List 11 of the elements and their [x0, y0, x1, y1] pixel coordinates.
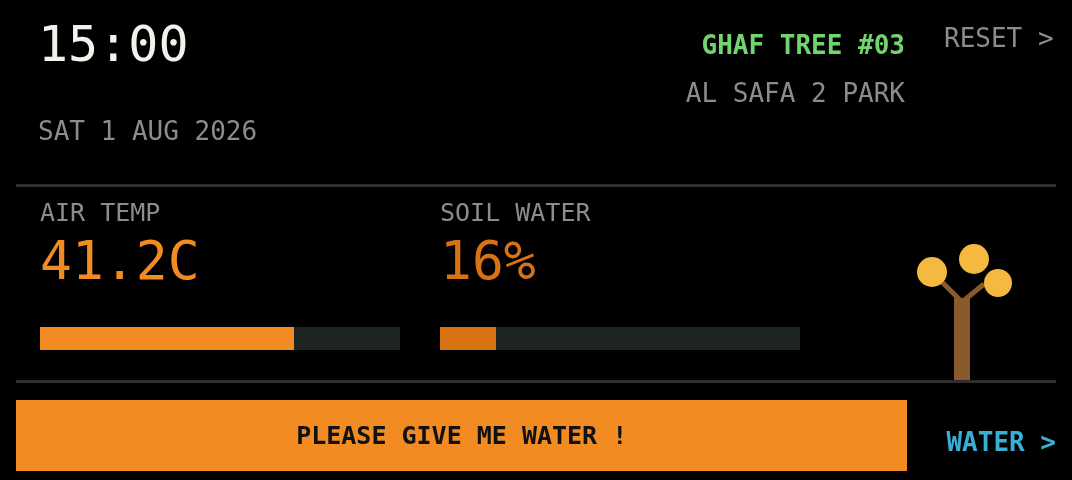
date-text: SAT 1 AUG 2026	[38, 116, 259, 146]
metric-reading: 16%	[440, 231, 537, 291]
metric-label: SOIL WATER	[440, 199, 592, 227]
metric-label: AIR TEMP	[40, 199, 162, 227]
water-link[interactable]: WATER >	[946, 426, 1056, 457]
metric-reading: 41.2C	[40, 231, 201, 291]
alert-banner[interactable]: PLEASE GIVE ME WATER !	[16, 400, 908, 471]
reset-link[interactable]: RESET >	[944, 23, 1056, 184]
location-text: AL SAFA 2 PARK	[685, 77, 905, 109]
tree-name: GHAF TREE #03	[700, 29, 905, 61]
clock-time: 15:00	[38, 14, 190, 74]
